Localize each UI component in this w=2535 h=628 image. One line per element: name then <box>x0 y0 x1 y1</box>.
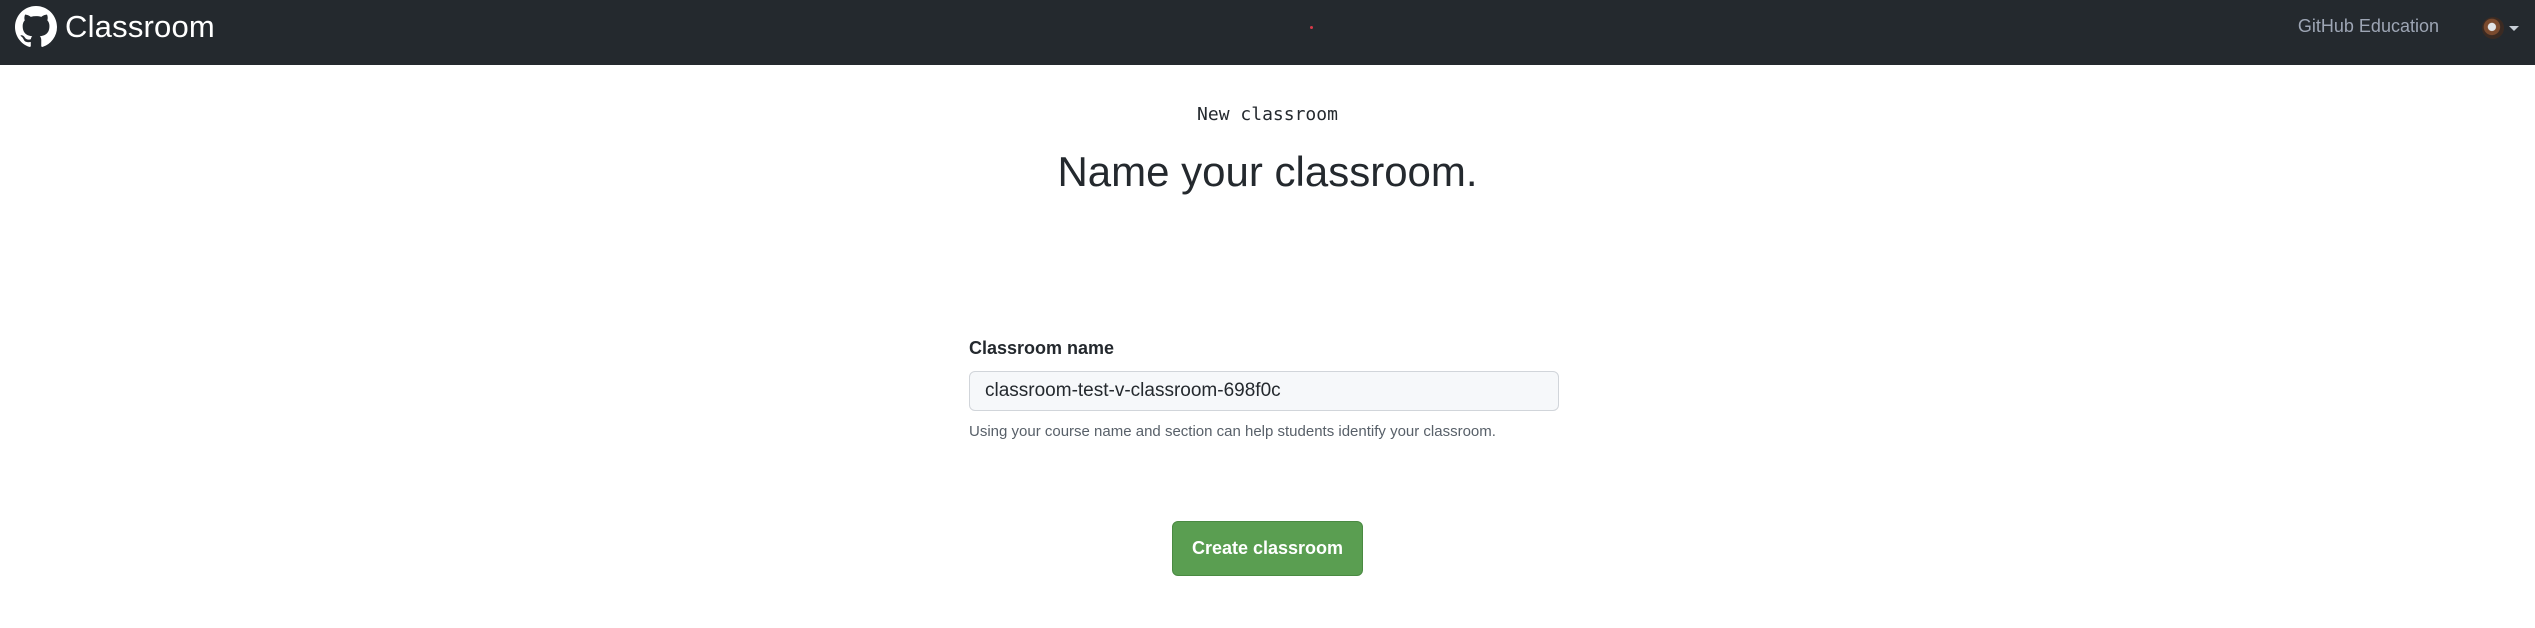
user-avatar <box>2482 17 2504 39</box>
github-education-link[interactable]: GitHub Education <box>2298 16 2439 37</box>
classroom-name-form-group: Classroom name Using your course name an… <box>969 338 1559 440</box>
github-octocat-icon <box>15 6 57 47</box>
classroom-name-hint: Using your course name and section can h… <box>969 423 1496 440</box>
page-title: Name your classroom. <box>1057 148 1478 195</box>
caret-down-icon <box>2509 25 2519 31</box>
classroom-home-link[interactable]: Classroom <box>15 6 215 48</box>
page-eyebrow: New classroom <box>1197 104 1338 125</box>
top-navigation-bar: Classroom GitHub Education <box>0 0 2535 65</box>
create-classroom-button[interactable]: Create classroom <box>1172 521 1363 576</box>
classroom-name-label: Classroom name <box>969 338 1115 358</box>
notification-dot <box>1310 26 1313 29</box>
brand-name: Classroom <box>65 9 215 44</box>
classroom-name-input[interactable] <box>969 371 1559 411</box>
user-menu-toggle[interactable] <box>2482 17 2519 39</box>
